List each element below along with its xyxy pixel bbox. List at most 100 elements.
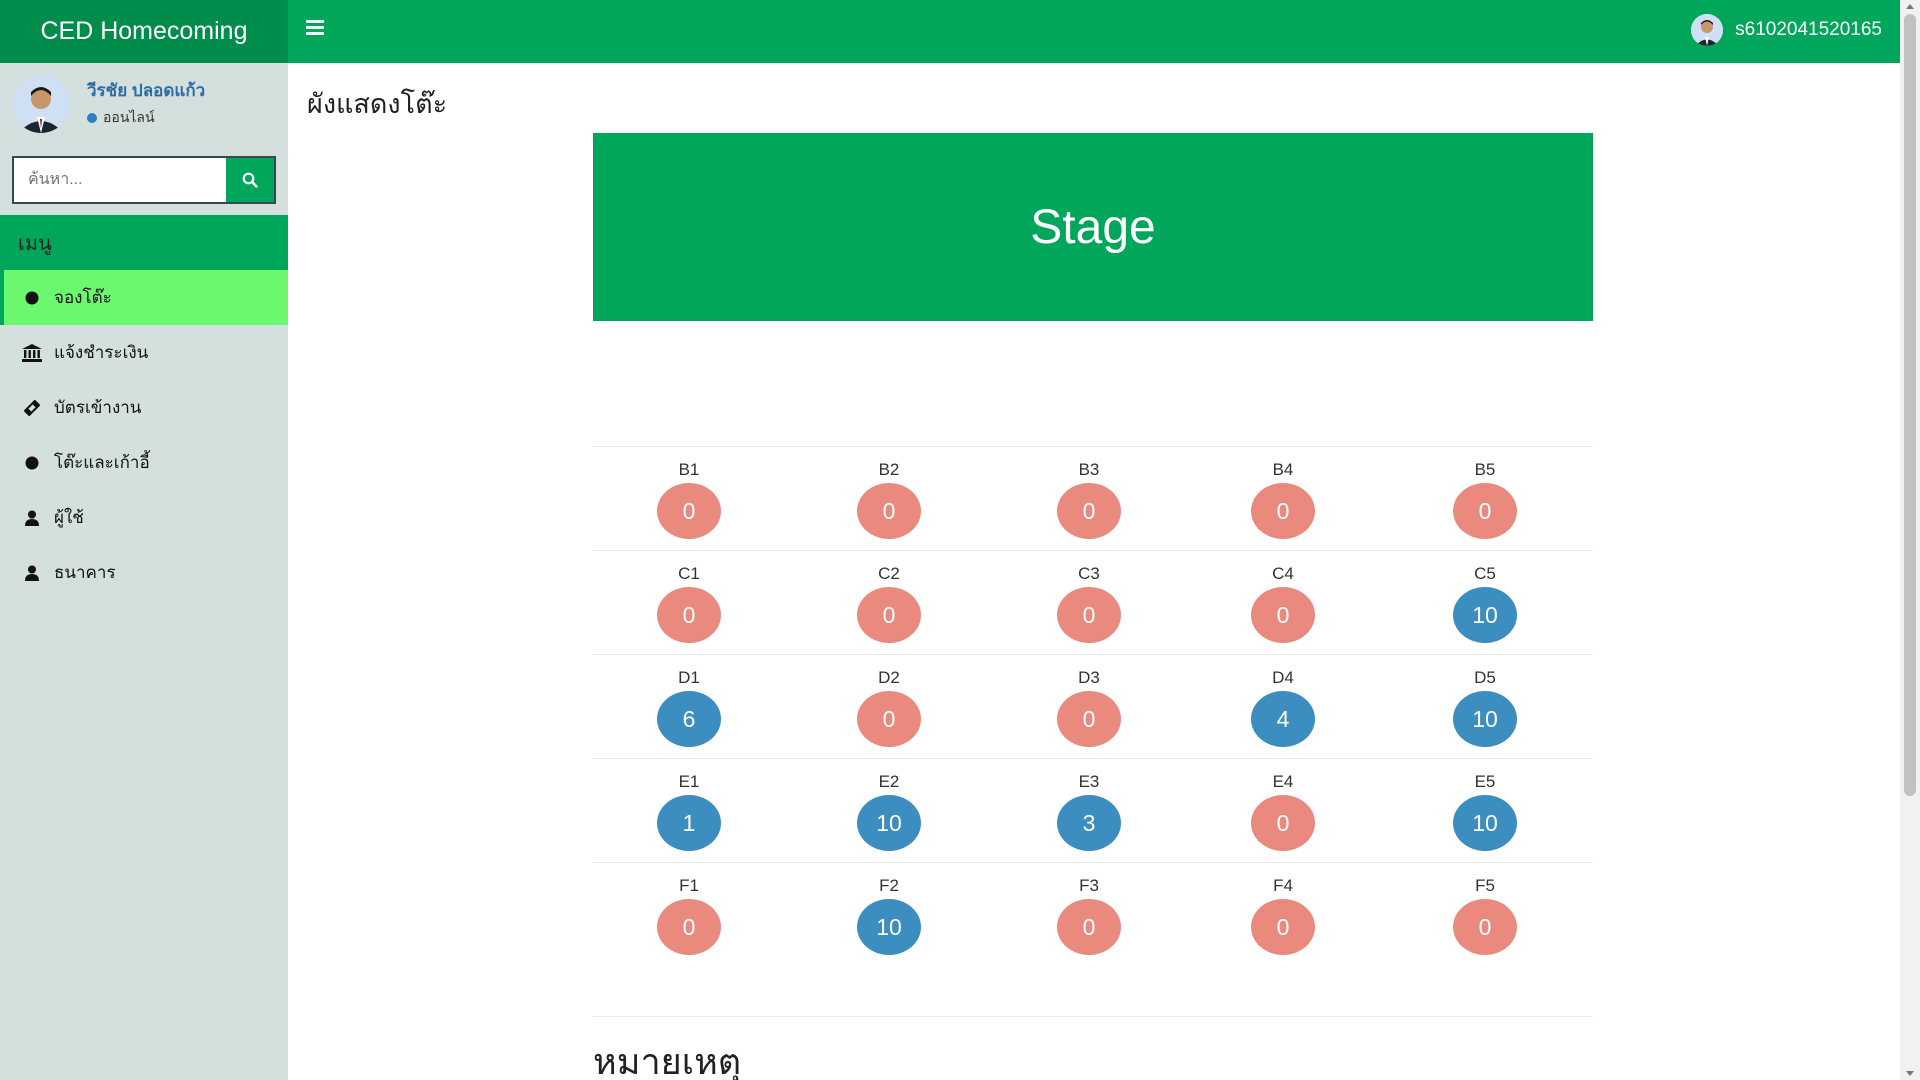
table-label: E5 xyxy=(1474,772,1496,791)
table-seat[interactable]: C5 10 xyxy=(1445,551,1525,643)
table-count-badge[interactable]: 0 xyxy=(857,691,921,747)
user-icon xyxy=(22,563,42,583)
table-count-badge[interactable]: 0 xyxy=(1251,587,1315,643)
user-panel: วีรชัย ปลอดแก้ว ออนไลน์ xyxy=(0,63,288,147)
table-count-badge[interactable]: 0 xyxy=(657,587,721,643)
table-seat[interactable]: C3 0 xyxy=(1049,551,1129,643)
sidebar-item-reserve-table[interactable]: จองโต๊ะ xyxy=(0,270,288,325)
table-seat[interactable]: B5 0 xyxy=(1445,447,1525,539)
table-seat[interactable]: E2 10 xyxy=(849,759,929,851)
sidebar-item-label: บัตรเข้างาน xyxy=(54,398,142,417)
divider xyxy=(593,1016,1593,1017)
search-input[interactable] xyxy=(14,158,226,202)
table-count-badge[interactable]: 0 xyxy=(1251,899,1315,955)
seat-row: E1 1 E2 10 E3 3 E4 0 E5 10 xyxy=(593,758,1593,862)
search-button[interactable] xyxy=(226,158,274,202)
table-seat[interactable]: B4 0 xyxy=(1243,447,1323,539)
table-seat[interactable]: E5 10 xyxy=(1445,759,1525,851)
table-label: B3 xyxy=(1078,460,1100,479)
table-seat[interactable]: B1 0 xyxy=(649,447,729,539)
table-seat[interactable]: C4 0 xyxy=(1243,551,1323,643)
table-seat[interactable]: D5 10 xyxy=(1445,655,1525,747)
table-seat[interactable]: F2 10 xyxy=(849,863,929,955)
sidebar: วีรชัย ปลอดแก้ว ออนไลน์ เมนู จองโต๊ะ xyxy=(0,63,288,1080)
table-count-badge[interactable]: 0 xyxy=(1251,483,1315,539)
table-label: F1 xyxy=(679,876,699,895)
table-seat[interactable]: B2 0 xyxy=(849,447,929,539)
table-count-badge[interactable]: 6 xyxy=(657,691,721,747)
table-count-badge[interactable]: 0 xyxy=(857,483,921,539)
seat-row: D1 6 D2 0 D3 0 D4 4 D5 10 xyxy=(593,654,1593,758)
note-title: หมายเหตุ xyxy=(593,1041,742,1080)
sidebar-item-payment[interactable]: แจ้งชำระเงิน xyxy=(0,325,288,380)
table-label: B4 xyxy=(1272,460,1294,479)
table-count-badge[interactable]: 0 xyxy=(1057,691,1121,747)
top-navbar: s6102041520165 xyxy=(288,0,1900,63)
table-count-badge[interactable]: 0 xyxy=(657,899,721,955)
table-label: D1 xyxy=(678,668,700,687)
table-label: E3 xyxy=(1078,772,1100,791)
page-title: ผังแสดงโต๊ะ xyxy=(307,89,448,119)
table-count-badge[interactable]: 0 xyxy=(657,483,721,539)
table-seat[interactable]: F4 0 xyxy=(1243,863,1323,955)
brand-logo[interactable]: CED Homecoming xyxy=(0,0,288,63)
hamburger-menu-icon[interactable] xyxy=(306,20,324,36)
user-icon xyxy=(22,508,42,528)
table-seat[interactable]: F5 0 xyxy=(1445,863,1525,955)
circle-icon xyxy=(22,288,42,308)
table-count-badge[interactable]: 0 xyxy=(1057,483,1121,539)
table-label: C4 xyxy=(1272,564,1294,583)
table-count-badge[interactable]: 4 xyxy=(1251,691,1315,747)
user-avatar xyxy=(12,75,70,133)
search-icon xyxy=(242,172,258,188)
table-seat[interactable]: F1 0 xyxy=(649,863,729,955)
sidebar-item-users[interactable]: ผู้ใช้ xyxy=(0,490,288,545)
table-count-badge[interactable]: 10 xyxy=(1453,691,1517,747)
user-status: ออนไลน์ xyxy=(87,107,155,129)
table-label: C1 xyxy=(678,564,700,583)
scroll-down-arrow-icon[interactable] xyxy=(1906,1071,1914,1076)
table-label: D5 xyxy=(1474,668,1496,687)
table-count-badge[interactable]: 10 xyxy=(857,899,921,955)
sidebar-item-label: ผู้ใช้ xyxy=(54,508,84,527)
table-label: C2 xyxy=(878,564,900,583)
table-label: D4 xyxy=(1272,668,1294,687)
table-label: C5 xyxy=(1474,564,1496,583)
table-label: E1 xyxy=(678,772,700,791)
table-seat[interactable]: D4 4 xyxy=(1243,655,1323,747)
table-label: D2 xyxy=(878,668,900,687)
scroll-up-arrow-icon[interactable] xyxy=(1906,4,1914,9)
seat-row: B1 0 B2 0 B3 0 B4 0 B5 0 xyxy=(593,446,1593,550)
table-seat[interactable]: C1 0 xyxy=(649,551,729,643)
table-label: C3 xyxy=(1078,564,1100,583)
table-count-badge[interactable]: 10 xyxy=(1453,795,1517,851)
table-count-badge[interactable]: 0 xyxy=(1453,899,1517,955)
scrollbar-thumb[interactable] xyxy=(1904,14,1916,796)
table-seat[interactable]: C2 0 xyxy=(849,551,929,643)
table-seat[interactable]: E3 3 xyxy=(1049,759,1129,851)
table-count-badge[interactable]: 10 xyxy=(857,795,921,851)
table-count-badge[interactable]: 0 xyxy=(1453,483,1517,539)
table-seat[interactable]: D1 6 xyxy=(649,655,729,747)
table-count-badge[interactable]: 10 xyxy=(1453,587,1517,643)
table-label: E4 xyxy=(1272,772,1294,791)
table-seat[interactable]: E1 1 xyxy=(649,759,729,851)
seat-row: C1 0 C2 0 C3 0 C4 0 C5 10 xyxy=(593,550,1593,654)
table-seat[interactable]: E4 0 xyxy=(1243,759,1323,851)
page-scrollbar[interactable] xyxy=(1900,0,1920,1080)
user-menu[interactable]: s6102041520165 xyxy=(1691,14,1882,46)
table-count-badge[interactable]: 1 xyxy=(657,795,721,851)
table-count-badge[interactable]: 0 xyxy=(1057,899,1121,955)
table-seat[interactable]: B3 0 xyxy=(1049,447,1129,539)
sidebar-item-tables-chairs[interactable]: โต๊ะและเก้าอี้ xyxy=(0,435,288,490)
table-seat[interactable]: F3 0 xyxy=(1049,863,1129,955)
table-count-badge[interactable]: 0 xyxy=(1251,795,1315,851)
table-count-badge[interactable]: 0 xyxy=(857,587,921,643)
table-count-badge[interactable]: 0 xyxy=(1057,587,1121,643)
sidebar-item-bank[interactable]: ธนาคาร xyxy=(0,545,288,600)
table-seat[interactable]: D2 0 xyxy=(849,655,929,747)
table-count-badge[interactable]: 3 xyxy=(1057,795,1121,851)
table-label: B5 xyxy=(1474,460,1496,479)
table-seat[interactable]: D3 0 xyxy=(1049,655,1129,747)
sidebar-item-ticket[interactable]: บัตรเข้างาน xyxy=(0,380,288,435)
